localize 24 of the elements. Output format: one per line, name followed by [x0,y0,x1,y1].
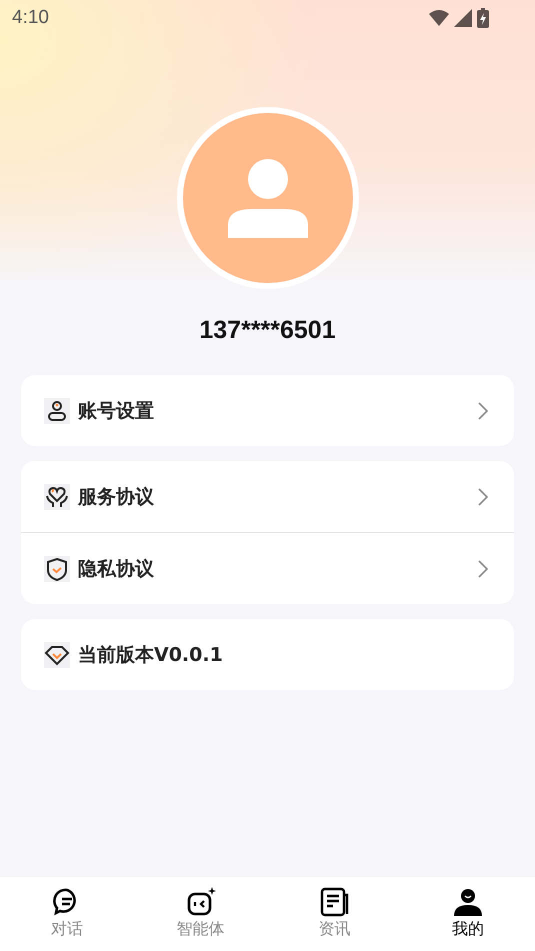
menu-item[interactable]: 隐私协议 [21,532,514,604]
tab[interactable]: 智能体 [134,877,268,951]
shield-check-icon [44,556,70,582]
phone-number: 137****6501 [198,315,337,345]
avatar-icon [176,107,358,289]
tab[interactable]: 我的 [401,877,535,951]
tab[interactable]: 对话 [0,877,134,951]
wifi-icon [429,10,449,26]
menu-item[interactable]: 账号设置 [21,375,514,446]
menu-label: 当前版本V0.0.1 [78,642,224,668]
menu-label: 隐私协议 [78,556,155,582]
menu-item[interactable]: 服务协议 [21,461,514,532]
menu-item[interactable]: 当前版本V0.0.1 [21,619,514,690]
battery-icon [477,8,489,28]
signal-icon [454,9,472,27]
menu-label: 账号设置 [78,398,155,424]
robot-face-icon [186,887,216,917]
tab[interactable]: 资讯 [268,877,402,951]
person-icon [44,398,70,424]
document-icon [319,887,350,917]
person-icon [453,887,484,917]
menu-label: 服务协议 [78,484,155,510]
heart-hands-icon [44,484,70,510]
status-time: 4:10 [12,7,49,29]
